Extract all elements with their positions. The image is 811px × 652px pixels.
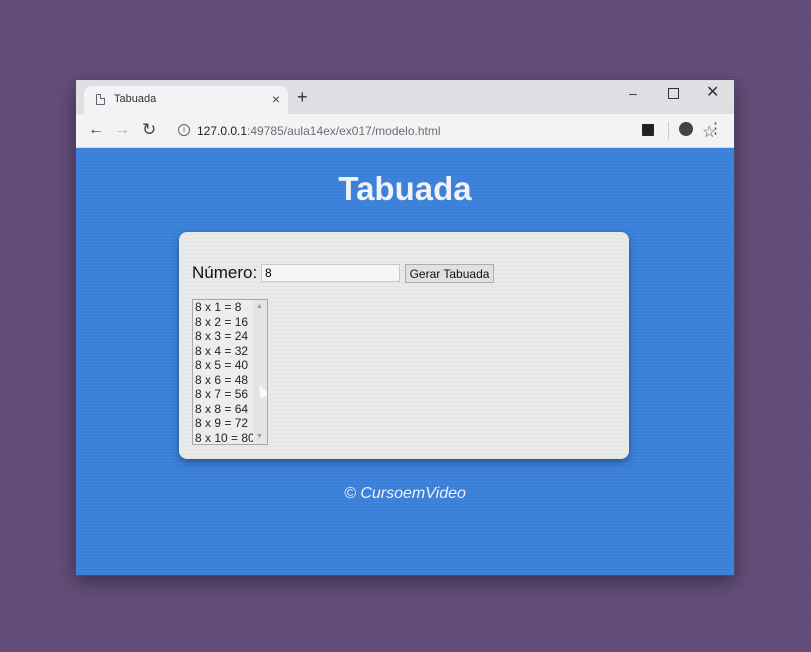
scrollbar[interactable]: ▲ ▼ (253, 300, 267, 444)
kebab-menu-icon[interactable]: ⋮ (708, 120, 723, 138)
tab-tabuada[interactable]: Tabuada × (84, 86, 288, 114)
url-path: :49785/aula14ex/ex017/modelo.html (247, 124, 441, 138)
address-bar[interactable]: i 127.0.0.1:49785/aula14ex/ex017/modelo.… (172, 118, 716, 144)
scroll-up-icon[interactable]: ▲ (256, 303, 263, 311)
tab-close-icon[interactable]: × (272, 90, 280, 108)
gerar-tabuada-button[interactable]: Gerar Tabuada (405, 264, 494, 283)
numero-input[interactable] (261, 264, 400, 282)
page-viewport: Tabuada Número: Gerar Tabuada 8 x 1 = 88… (76, 148, 734, 575)
new-tab-button[interactable]: + (297, 88, 308, 106)
page-icon (96, 94, 105, 105)
tabuada-select[interactable]: 8 x 1 = 88 x 2 = 16 8 x 3 = 24 8 x 4 = 32 8… (192, 299, 268, 445)
browser-toolbar: ← → ↻ i 127.0.0.1:49785/aula14ex/ex017/m… (76, 114, 734, 148)
forward-arrow-icon[interactable]: → (114, 120, 130, 140)
profile-avatar-icon[interactable] (679, 122, 693, 136)
window-close-icon[interactable]: ✕ (706, 84, 719, 102)
maximize-icon[interactable] (668, 88, 679, 99)
tab-strip: Tabuada × + – ✕ (76, 80, 734, 114)
minimize-icon[interactable]: – (629, 84, 637, 102)
tabuada-card: Número: Gerar Tabuada 8 x 1 = 88 x 2 = 1… (179, 232, 629, 459)
url-host: 127.0.0.1 (197, 124, 248, 138)
numero-label: Número: (192, 263, 258, 282)
scroll-down-icon[interactable]: ▼ (256, 433, 263, 441)
extension-icon[interactable] (642, 124, 654, 136)
footer-credit: © CursoemVideo (344, 485, 466, 502)
toolbar-divider (668, 122, 669, 140)
browser-window: Tabuada × + – ✕ ← → ↻ i 127.0.0.1:49785/… (76, 80, 734, 575)
info-icon[interactable]: i (178, 124, 190, 136)
reload-icon[interactable]: ↻ (142, 120, 156, 140)
back-arrow-icon[interactable]: ← (88, 120, 104, 140)
url-text: 127.0.0.1:49785/aula14ex/ex017/modelo.ht… (197, 124, 441, 138)
page-title: Tabuada (338, 170, 472, 207)
tab-title: Tabuada (114, 93, 157, 105)
